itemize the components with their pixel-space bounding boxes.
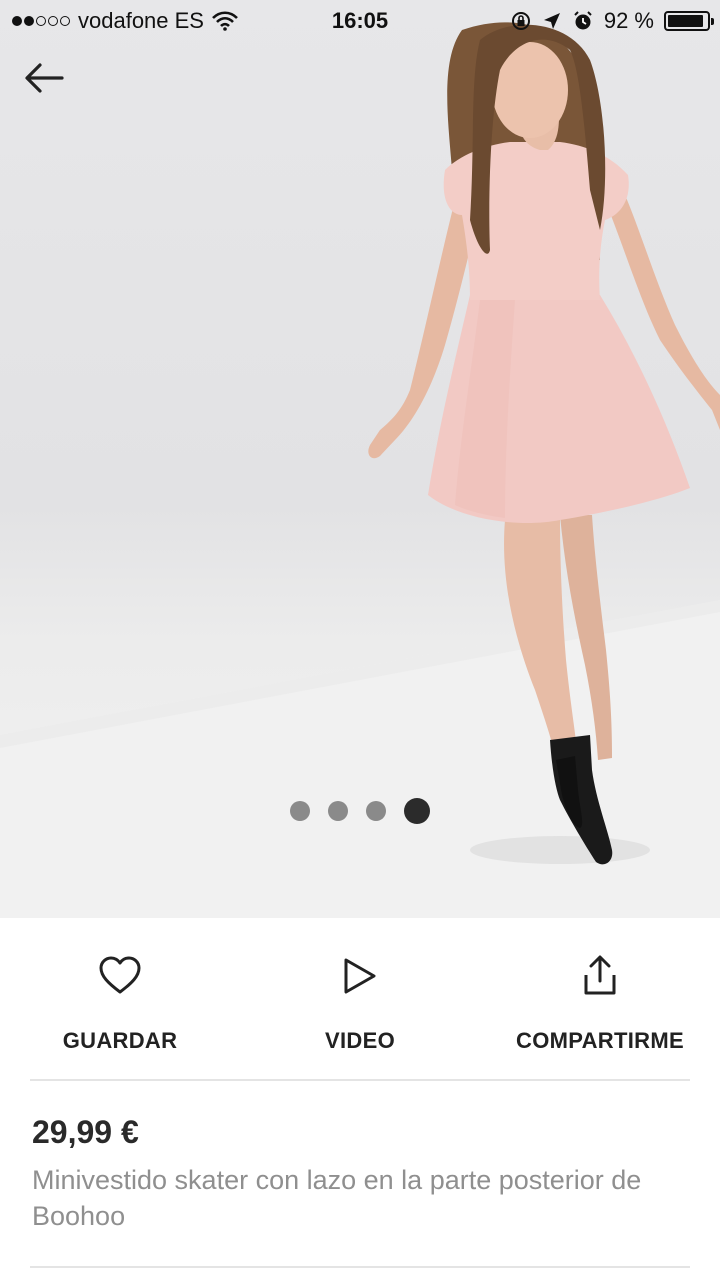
status-bar: vodafone ES 16:05 92 % xyxy=(0,0,720,40)
product-description[interactable]: Minivestido skater con lazo en la parte … xyxy=(32,1162,692,1234)
status-bar-right: 92 % xyxy=(510,8,714,34)
divider xyxy=(30,1079,690,1081)
heart-icon xyxy=(99,956,141,994)
share-icon xyxy=(584,955,616,995)
orientation-lock-icon xyxy=(511,12,530,30)
pager-dot-active[interactable] xyxy=(404,798,430,824)
product-price: 29,99 € xyxy=(32,1114,139,1150)
battery-icon xyxy=(664,11,714,31)
location-arrow-icon xyxy=(543,13,560,29)
pager-dot[interactable] xyxy=(328,801,348,821)
share-label: COMPARTIRME xyxy=(516,1028,684,1053)
gallery-pager xyxy=(0,798,720,824)
play-icon xyxy=(344,958,376,994)
video-button[interactable]: VIDEO xyxy=(240,954,480,1054)
save-button[interactable]: GUARDAR xyxy=(0,954,240,1054)
action-bar: GUARDAR VIDEO COMPARTIRME xyxy=(0,918,720,1080)
alarm-icon xyxy=(574,11,592,30)
divider xyxy=(30,1266,690,1268)
pager-dot[interactable] xyxy=(290,801,310,821)
video-label: VIDEO xyxy=(325,1028,395,1053)
battery-level xyxy=(668,15,703,27)
product-photo-model xyxy=(368,22,720,865)
pager-dot[interactable] xyxy=(366,801,386,821)
product-image-gallery[interactable]: vodafone ES 16:05 92 % xyxy=(0,0,720,918)
arrow-left-icon xyxy=(25,63,64,93)
share-button[interactable]: COMPARTIRME xyxy=(480,954,720,1054)
save-label: GUARDAR xyxy=(62,1028,178,1053)
back-button[interactable] xyxy=(22,58,72,98)
battery-percentage: 92 % xyxy=(603,8,654,33)
